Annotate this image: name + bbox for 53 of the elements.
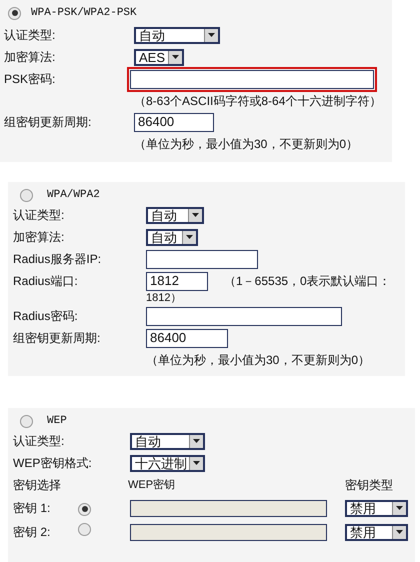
radio-button[interactable]: [8, 6, 21, 20]
hint-text: （8-63个ASCII码字符或8-64个十六进制字符）: [134, 92, 382, 110]
dropdown[interactable]: 自动: [146, 206, 204, 224]
field-label: 认证类型:: [13, 433, 66, 450]
mode-label: WEP: [47, 414, 67, 429]
field-label: 加密算法:: [13, 229, 66, 246]
radio-button[interactable]: [78, 523, 91, 536]
caret-icon: [392, 526, 406, 538]
radio-button[interactable]: [78, 502, 91, 516]
dropdown[interactable]: 自动: [130, 432, 205, 450]
field-label: 认证类型:: [13, 207, 66, 224]
hint-text: （1－65535，0表示默认端口：: [224, 273, 391, 290]
field-label: Radius服务器IP:: [13, 251, 102, 268]
hint-text: （单位为秒，最小值为30，不更新则为0）: [134, 136, 358, 152]
hint-text: 1812）: [146, 292, 182, 305]
caret-icon: [204, 28, 218, 42]
field-label: 密钥 1:: [13, 500, 52, 517]
dropdown[interactable]: AES: [134, 48, 184, 66]
caret-icon: [168, 50, 182, 64]
caret-icon: [189, 434, 203, 448]
dropdown[interactable]: 禁用: [345, 524, 408, 540]
key-field[interactable]: [130, 524, 327, 540]
input-field[interactable]: [146, 250, 258, 268]
dropdown[interactable]: 自动: [134, 26, 220, 44]
key-field[interactable]: [130, 500, 327, 516]
column-header: 密钥选择: [13, 477, 62, 494]
field-label: Radius密码:: [13, 308, 79, 325]
caret-icon: [182, 230, 196, 244]
input-field[interactable]: 86400: [134, 112, 214, 132]
input-field[interactable]: 1812: [146, 272, 208, 290]
input-field[interactable]: [146, 306, 342, 326]
field-label: 加密算法:: [4, 49, 56, 66]
dropdown[interactable]: 十六进制: [130, 454, 205, 472]
mode-label: WPA-PSK/WPA2-PSK: [31, 6, 137, 21]
mode-label: WPA/WPA2: [47, 188, 100, 203]
field-label: 组密钥更新周期:: [13, 330, 102, 347]
column-header: WEP密钥: [128, 478, 176, 493]
caret-icon: [188, 208, 202, 222]
input-field[interactable]: 86400: [146, 328, 228, 348]
column-header: 密钥类型: [345, 477, 393, 494]
field-label: PSK密码:: [4, 71, 56, 88]
field-label: Radius端口:: [13, 273, 79, 290]
field-label: WEP密钥格式:: [13, 455, 93, 472]
dropdown[interactable]: 自动: [146, 228, 198, 246]
hint-text: （单位为秒，最小值为30，不更新则为0）: [146, 352, 370, 368]
caret-icon: [189, 456, 203, 470]
field-label: 认证类型:: [4, 27, 56, 44]
field-label: 密钥 2:: [13, 524, 52, 541]
radio-button[interactable]: [20, 414, 33, 428]
field-label: 组密钥更新周期:: [4, 114, 92, 131]
dropdown[interactable]: 禁用: [345, 500, 408, 516]
radio-button[interactable]: [20, 188, 33, 202]
caret-icon: [392, 502, 406, 514]
